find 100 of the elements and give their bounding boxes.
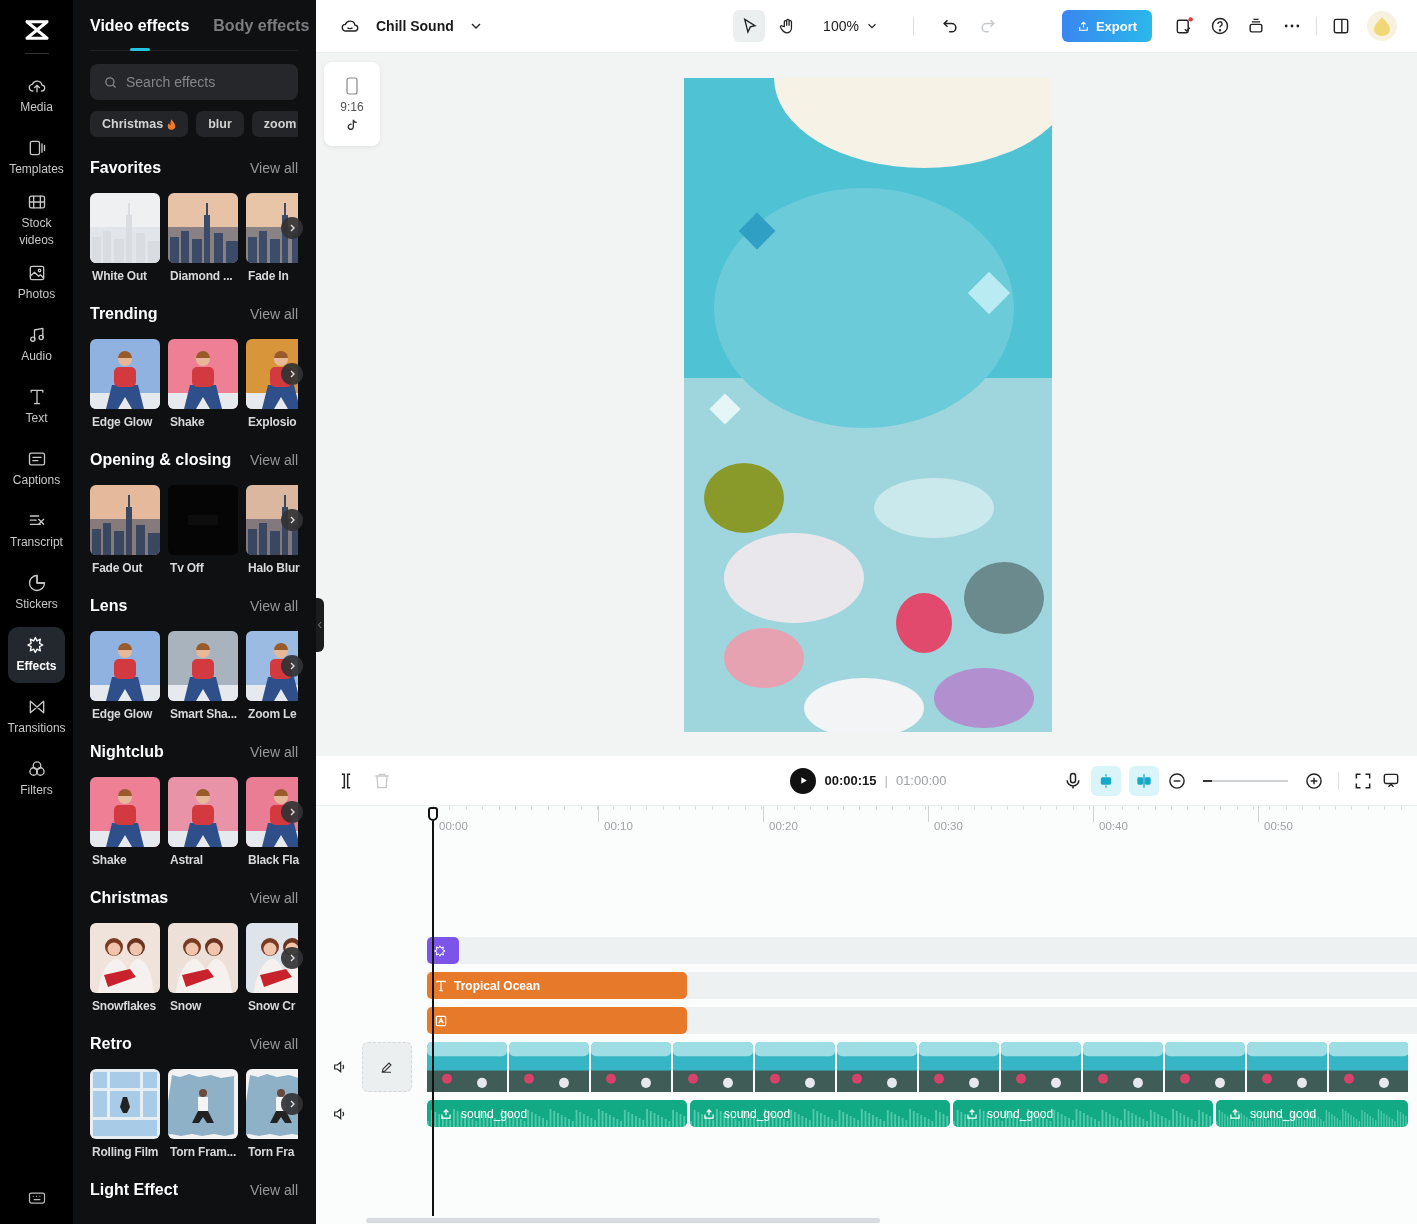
sidebar-item[interactable]: Transcript	[8, 503, 65, 559]
next-button[interactable]	[281, 217, 303, 239]
effect-name: Black Fla	[247, 853, 298, 867]
split-line-icon	[1135, 771, 1153, 790]
effect-name: Snow Cr	[247, 999, 297, 1013]
search-field[interactable]: Search effects	[90, 64, 298, 100]
section-title: Lens	[90, 597, 128, 615]
zoom-in-icon[interactable]	[1304, 770, 1324, 791]
view-all-link[interactable]: View all	[250, 598, 298, 614]
sidebar-item[interactable]: Filters	[8, 751, 65, 807]
next-button[interactable]	[281, 947, 303, 969]
sidebar-item[interactable]: Transitions	[8, 689, 65, 745]
current-time: 00:00:15	[824, 773, 877, 788]
sticker-clip[interactable]	[427, 1007, 687, 1034]
view-all-link[interactable]: View all	[250, 1036, 298, 1052]
stickers-icon	[26, 573, 47, 593]
tag-chip[interactable]: Christmas	[90, 111, 189, 137]
panel-tab[interactable]: Video effects	[90, 0, 190, 51]
next-button[interactable]	[281, 655, 303, 677]
effect-name: Fade Out	[91, 561, 144, 575]
pointer-tool[interactable]	[733, 10, 766, 42]
section-title: Opening & closing	[90, 451, 232, 469]
play-button[interactable]	[790, 767, 817, 794]
ruler-label: 00:00	[438, 820, 468, 832]
total-duration: 01:00:00	[895, 773, 947, 788]
effect-name: Smart Sha...	[169, 707, 238, 721]
sticker-icon	[434, 1013, 448, 1028]
next-button[interactable]	[281, 801, 303, 823]
section-title: Trending	[90, 305, 158, 323]
zoom-slider[interactable]	[1203, 779, 1288, 782]
sidebar-item[interactable]: Templates	[8, 130, 65, 186]
upload-icon	[702, 1106, 716, 1121]
effect-name: Tv Off	[169, 561, 205, 575]
app-logo-icon	[23, 19, 50, 41]
view-all-link[interactable]: View all	[250, 1182, 298, 1198]
effect-name: Explosio	[247, 415, 298, 429]
text-icon	[434, 978, 448, 993]
ruler-label: 00:10	[603, 820, 633, 832]
split-toggle[interactable]	[1129, 765, 1159, 796]
effect-name: Snow	[169, 999, 203, 1013]
chevron-left-icon	[317, 620, 323, 630]
effect-name: Shake	[91, 853, 128, 867]
layers-icon[interactable]	[1246, 16, 1266, 36]
view-all-link[interactable]: View all	[250, 306, 298, 322]
ruler-label: 00:20	[768, 820, 798, 832]
view-all-link[interactable]: View all	[250, 452, 298, 468]
next-button[interactable]	[281, 363, 303, 385]
notification-icon[interactable]	[1174, 16, 1194, 36]
section-title: Retro	[90, 1035, 132, 1053]
effect-name: Torn Fram...	[169, 1145, 238, 1159]
effect-name: Diamond ...	[169, 269, 234, 283]
effect-name: Snowflakes	[91, 999, 158, 1013]
aspect-ratio-card[interactable]: 9:16	[324, 62, 380, 146]
help-icon[interactable]	[1210, 16, 1230, 36]
effect-name: Torn Fra	[247, 1145, 296, 1159]
sidebar-item[interactable]: Effects	[8, 627, 65, 683]
phone-icon	[346, 77, 358, 95]
sidebar-item[interactable]: Stickers	[8, 565, 65, 621]
microphone-icon[interactable]	[1063, 770, 1083, 791]
view-all-link[interactable]: View all	[250, 890, 298, 906]
ratio-label: 9:16	[340, 100, 364, 114]
effect-name: Shake	[169, 415, 206, 429]
ruler-label: 00:30	[933, 820, 963, 832]
next-button[interactable]	[281, 1093, 303, 1115]
sidebar-item[interactable]: Captions	[8, 441, 65, 497]
ruler-label: 00:50	[1263, 820, 1293, 832]
sidebar-item[interactable]: Photos	[8, 255, 65, 311]
effects-icon	[434, 943, 448, 958]
effect-name: Zoom Le	[247, 707, 298, 721]
filters-icon	[26, 759, 47, 779]
view-all-link[interactable]: View all	[250, 160, 298, 176]
music-note-icon	[346, 119, 358, 131]
section-title: Nightclub	[90, 743, 164, 761]
collapse-handle[interactable]	[316, 598, 324, 652]
view-all-link[interactable]: View all	[250, 744, 298, 760]
sidebar-item[interactable]: Audio	[8, 317, 65, 373]
zoom-out-icon[interactable]	[1167, 770, 1187, 791]
sidebar-item[interactable]: Media	[8, 68, 65, 124]
sidebar-item[interactable]: Stock videos	[8, 192, 65, 249]
tag-chip[interactable]: blur	[196, 111, 244, 137]
next-button[interactable]	[281, 509, 303, 531]
flame-icon	[167, 118, 177, 130]
upload-icon	[1228, 1106, 1242, 1121]
effect-name: Edge Glow	[91, 415, 154, 429]
sidebar-item[interactable]: Text	[8, 379, 65, 435]
upload-icon	[439, 1106, 453, 1121]
time-separator: |	[884, 773, 888, 788]
playhead[interactable]	[427, 807, 439, 1216]
panel-layout-icon[interactable]	[1331, 16, 1351, 36]
project-title[interactable]: Chill Sound	[376, 18, 454, 34]
panel-tab[interactable]: Body effects	[213, 0, 310, 51]
scrollbar[interactable]	[366, 1218, 880, 1223]
upload-icon	[1076, 19, 1090, 33]
effect-name: Rolling Film	[91, 1145, 160, 1159]
snap-toggle[interactable]	[1091, 765, 1121, 796]
effect-name: Fade In	[247, 269, 290, 283]
effect-clip[interactable]	[427, 937, 459, 964]
tag-chip[interactable]: zoom	[251, 111, 298, 137]
zoom-dropdown[interactable]: 100%	[823, 18, 879, 34]
upload-icon	[965, 1106, 979, 1121]
